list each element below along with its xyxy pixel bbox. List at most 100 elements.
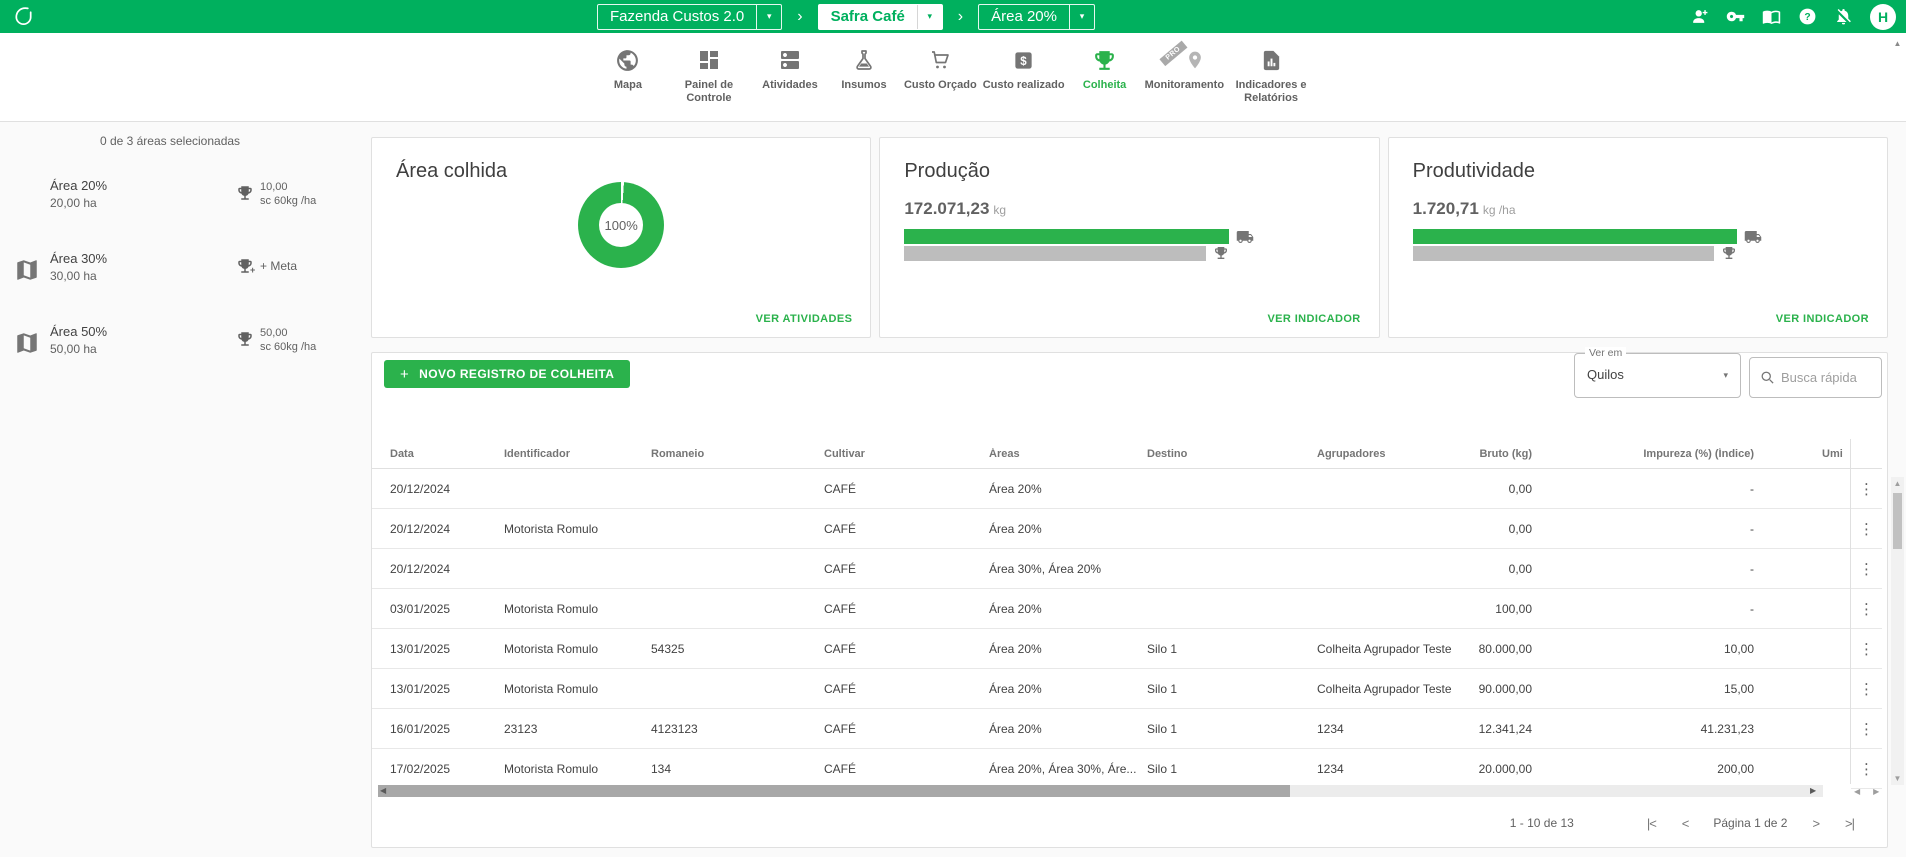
ver-atividades-link[interactable]: VER ATIVIDADES xyxy=(756,313,853,325)
nav-colheita[interactable]: Colheita xyxy=(1068,46,1142,92)
donut-percent: 100% xyxy=(599,203,643,247)
area-list-item[interactable]: Área 20% 20,00 ha 10,00sc 60kg /ha xyxy=(0,170,345,228)
key-icon[interactable] xyxy=(1726,7,1745,26)
col-umidade[interactable]: Umi xyxy=(1822,439,1850,469)
col-identificador[interactable]: Identificador xyxy=(504,448,651,460)
cell-areas: Área 20% xyxy=(989,522,1147,536)
scrollbar-thumb[interactable] xyxy=(378,785,1290,797)
ver-indicador-link[interactable]: VER INDICADOR xyxy=(1776,313,1869,325)
cell-date: 13/01/2025 xyxy=(390,642,504,656)
table-row[interactable]: 17/02/2025Motorista Romulo134CAFÉÁrea 20… xyxy=(372,749,1850,784)
ver-indicador-link[interactable]: VER INDICADOR xyxy=(1267,313,1360,325)
card-produtividade: Produtividade 1.720,71kg /ha VER INDICAD… xyxy=(1388,137,1888,338)
help-icon[interactable]: ? xyxy=(1798,7,1817,26)
cell-bruto: 12.341,24 xyxy=(1462,722,1532,736)
table-row[interactable]: 13/01/2025Motorista RomuloCAFÉÁrea 20%Si… xyxy=(372,669,1850,709)
areas-sidebar: 0 de 3 áreas selecionadas Área 20% 20,00… xyxy=(0,122,368,148)
table-row[interactable]: 20/12/2024CAFÉÁrea 30%, Área 20%0,00- xyxy=(372,549,1850,589)
row-menu-button[interactable]: ⋮ xyxy=(1851,469,1882,509)
areas-selection-summary: 0 de 3 áreas selecionadas xyxy=(0,134,340,148)
dollar-box-icon: $ xyxy=(1012,46,1035,74)
scroll-left-icon[interactable]: ◀ xyxy=(1854,787,1860,796)
row-menu-button[interactable]: ⋮ xyxy=(1851,629,1882,669)
person-add-icon[interactable] xyxy=(1690,7,1709,26)
nav-insumos[interactable]: Insumos xyxy=(827,46,901,92)
search-input[interactable] xyxy=(1781,370,1871,385)
pagination: 1 - 10 de 13 |< < Página 1 de 2 > >| xyxy=(372,798,1889,848)
col-areas[interactable]: Áreas xyxy=(989,448,1147,460)
table-row[interactable]: 20/12/2024CAFÉÁrea 20%0,00- xyxy=(372,469,1850,509)
cell-cultivar: CAFÉ xyxy=(824,482,989,496)
nav-atividades[interactable]: Atividades xyxy=(753,46,827,92)
cell-destino: Silo 1 xyxy=(1147,642,1317,656)
truck-icon xyxy=(1744,228,1762,246)
scroll-right-icon[interactable]: ▶ xyxy=(1810,786,1816,795)
cell-identifier: Motorista Romulo xyxy=(504,682,651,696)
area-list-item[interactable]: Área 50% 50,00 ha 50,00sc 60kg /ha xyxy=(0,316,345,374)
nav-monitoramento[interactable]: PRO Monitoramento xyxy=(1142,46,1227,92)
nav-custo-realizado[interactable]: $ Custo realizado xyxy=(980,46,1068,92)
new-harvest-record-button[interactable]: + NOVO REGISTRO DE COLHEITA xyxy=(384,360,630,388)
prev-page-button[interactable]: < xyxy=(1682,816,1689,831)
trophy-icon xyxy=(1092,46,1117,74)
scroll-right-icon[interactable]: ▶ xyxy=(1873,787,1879,796)
pinned-header xyxy=(1851,439,1882,469)
col-impureza[interactable]: Impureza (%) (Índice) xyxy=(1532,448,1754,460)
nav-indicadores-relatorios[interactable]: Indicadores e Relatórios xyxy=(1227,46,1315,105)
area-selector[interactable]: Área 20% ▾ xyxy=(978,4,1095,30)
production-value: 172.071,23 xyxy=(904,199,989,218)
view-in-select[interactable]: Ver em Quilos ▾ xyxy=(1574,353,1741,398)
table-row[interactable]: 13/01/2025Motorista Romulo54325CAFÉÁrea … xyxy=(372,629,1850,669)
col-romaneio[interactable]: Romaneio xyxy=(651,448,824,460)
row-menu-button[interactable]: ⋮ xyxy=(1851,709,1882,749)
table-row[interactable]: 20/12/2024Motorista RomuloCAFÉÁrea 20%0,… xyxy=(372,509,1850,549)
last-page-button[interactable]: >| xyxy=(1845,816,1854,831)
col-bruto[interactable]: Bruto (kg) xyxy=(1462,448,1532,460)
first-page-button[interactable]: |< xyxy=(1647,816,1656,831)
next-page-button[interactable]: > xyxy=(1812,816,1819,831)
chevron-down-icon: ▾ xyxy=(1069,5,1094,29)
actual-bar xyxy=(904,229,1228,244)
goal-value: 50,00 xyxy=(260,327,288,339)
row-menu-button[interactable]: ⋮ xyxy=(1851,749,1882,789)
cell-bruto: 90.000,00 xyxy=(1462,682,1532,696)
quick-search[interactable] xyxy=(1749,357,1882,398)
scroll-up-icon[interactable]: ▲ xyxy=(1891,479,1904,488)
season-selector[interactable]: Safra Café ▾ xyxy=(818,4,943,30)
col-data[interactable]: Data xyxy=(390,448,504,460)
row-menu-button[interactable]: ⋮ xyxy=(1851,509,1882,549)
harvest-table-card: + NOVO REGISTRO DE COLHEITA Ver em Quilo… xyxy=(371,352,1888,848)
nav-painel-de-controle[interactable]: Painel de Controle xyxy=(665,46,753,105)
nav-custo-orcado[interactable]: Custo Orçado xyxy=(901,46,980,92)
scroll-left-icon[interactable]: ◀ xyxy=(380,786,386,795)
new-button-label: NOVO REGISTRO DE COLHEITA xyxy=(419,367,614,381)
card-title: Produtividade xyxy=(1413,160,1863,183)
farm-selector[interactable]: Fazenda Custos 2.0 ▾ xyxy=(597,4,782,30)
notifications-off-icon[interactable] xyxy=(1834,7,1853,26)
area-list-item[interactable]: Área 30% 30,00 ha + + Meta xyxy=(0,243,345,301)
row-menu-button[interactable]: ⋮ xyxy=(1851,549,1882,589)
page-scroll-up-icon[interactable]: ▲ xyxy=(1891,36,1904,52)
book-icon[interactable] xyxy=(1762,7,1781,26)
area-name: Área 20% xyxy=(50,178,107,193)
scrollbar-thumb[interactable] xyxy=(1893,493,1902,549)
row-menu-button[interactable]: ⋮ xyxy=(1851,669,1882,709)
aegro-logo-icon[interactable] xyxy=(12,5,35,28)
nav-label: Atividades xyxy=(762,79,818,92)
row-menu-button[interactable]: ⋮ xyxy=(1851,589,1882,629)
scroll-down-icon[interactable]: ▼ xyxy=(1891,774,1904,783)
nav-mapa[interactable]: Mapa xyxy=(591,46,665,92)
add-goal-button[interactable]: + + Meta xyxy=(236,253,297,280)
table-row[interactable]: 16/01/2025231234123123CAFÉÁrea 20%Silo 1… xyxy=(372,709,1850,749)
cell-date: 13/01/2025 xyxy=(390,682,504,696)
col-cultivar[interactable]: Cultivar xyxy=(824,448,989,460)
area-name: Área 30% xyxy=(50,251,107,266)
table-row[interactable]: 03/01/2025Motorista RomuloCAFÉÁrea 20%10… xyxy=(372,589,1850,629)
col-destino[interactable]: Destino xyxy=(1147,448,1317,460)
productivity-unit: kg /ha xyxy=(1483,203,1516,217)
avatar[interactable]: H xyxy=(1870,4,1896,30)
col-agrupadores[interactable]: Agrupadores xyxy=(1317,448,1462,460)
goal-value: 10,00 xyxy=(260,181,288,193)
cell-agrupadores: 1234 xyxy=(1317,722,1462,736)
cell-bruto: 0,00 xyxy=(1462,562,1532,576)
